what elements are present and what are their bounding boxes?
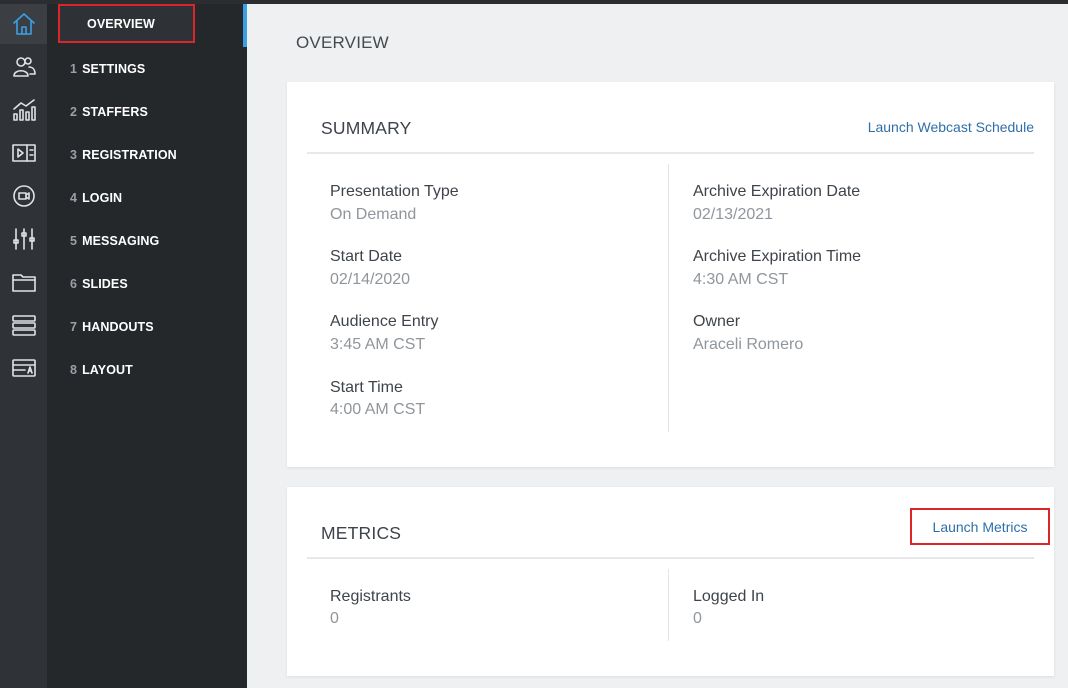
audience-entry-value: 3:45 AM CST <box>330 336 426 353</box>
archive-expiration-time-label: Archive Expiration Time <box>693 248 862 265</box>
rail-home[interactable] <box>0 4 47 44</box>
audience-entry-label: Audience Entry <box>330 313 439 330</box>
rail-media[interactable] <box>0 133 47 173</box>
step-number: 7 <box>70 319 78 334</box>
step-number: 3 <box>70 147 78 162</box>
metrics-card: METRICS Launch Metrics Registrants 0 Log… <box>287 487 1054 676</box>
step-label: LAYOUT <box>82 362 133 377</box>
step-label: HANDOUTS <box>82 319 154 334</box>
step-number: 8 <box>70 362 78 377</box>
start-time-value: 4:00 AM CST <box>330 401 426 418</box>
step-number: 5 <box>70 233 78 248</box>
summary-title: SUMMARY <box>321 118 412 138</box>
step-overview[interactable]: OVERVIEW <box>58 4 195 43</box>
step-overview-label: OVERVIEW <box>87 16 155 31</box>
icon-rail <box>0 4 47 688</box>
launch-metrics-link[interactable]: Launch Metrics <box>933 519 1028 535</box>
metrics-column-divider <box>668 569 669 641</box>
summary-card: SUMMARY Launch Webcast Schedule Presenta… <box>287 82 1054 467</box>
start-date-value: 02/14/2020 <box>330 271 411 288</box>
step-label: STAFFERS <box>82 104 148 119</box>
list-icon <box>11 315 36 336</box>
active-indicator <box>243 4 247 47</box>
registrants-label: Registrants <box>330 588 411 605</box>
owner-label: Owner <box>693 313 741 330</box>
rail-analytics[interactable] <box>0 90 47 130</box>
step-settings[interactable]: 1 SETTINGS <box>47 47 243 90</box>
page-title: OVERVIEW <box>296 33 389 52</box>
step-number: 6 <box>70 276 78 291</box>
owner-value: Araceli Romero <box>693 336 804 353</box>
step-navigation: OVERVIEW 1 SETTINGS 2 STAFFERS 3 REGISTRATI… <box>47 4 247 688</box>
rail-layout[interactable] <box>0 348 47 388</box>
step-number: 2 <box>70 104 78 119</box>
step-login[interactable]: 4 LOGIN <box>47 176 243 219</box>
summary-divider <box>307 152 1034 154</box>
step-label: SETTINGS <box>82 61 146 76</box>
step-number: 1 <box>70 61 78 76</box>
registrants-value: 0 <box>330 610 339 627</box>
metrics-title: METRICS <box>321 523 402 543</box>
analytics-icon <box>12 99 36 121</box>
summary-column-divider <box>668 164 669 432</box>
rail-folder[interactable] <box>0 262 47 302</box>
media-icon <box>11 144 36 162</box>
home-icon <box>12 13 35 35</box>
rail-staffers[interactable] <box>0 47 47 87</box>
start-date-label: Start Date <box>330 248 403 265</box>
step-label: LOGIN <box>82 190 123 205</box>
sliders-icon <box>12 228 35 250</box>
step-label: MESSAGING <box>82 233 160 248</box>
metrics-divider <box>307 557 1034 559</box>
archive-expiration-date-value: 02/13/2021 <box>693 206 774 223</box>
video-icon <box>12 185 35 207</box>
archive-expiration-time-value: 4:30 AM CST <box>693 271 789 288</box>
launch-metrics-highlight: Launch Metrics <box>910 508 1050 545</box>
step-label: SLIDES <box>82 276 128 291</box>
logged-in-label: Logged In <box>693 588 765 605</box>
step-slides[interactable]: 6 SLIDES <box>47 262 243 305</box>
presentation-type-value: On Demand <box>330 206 417 223</box>
step-staffers[interactable]: 2 STAFFERS <box>47 90 243 133</box>
presentation-type-label: Presentation Type <box>330 183 459 200</box>
start-time-label: Start Time <box>330 379 403 396</box>
step-layout[interactable]: 8 LAYOUT <box>47 348 243 391</box>
folder-icon <box>11 274 36 292</box>
step-number: 4 <box>70 190 78 205</box>
rail-sliders[interactable] <box>0 219 47 259</box>
rail-video[interactable] <box>0 176 47 216</box>
id-card-icon <box>11 359 36 377</box>
step-messaging[interactable]: 5 MESSAGING <box>47 219 243 262</box>
launch-webcast-schedule-link[interactable]: Launch Webcast Schedule <box>868 119 1034 135</box>
step-handouts[interactable]: 7 HANDOUTS <box>47 305 243 348</box>
archive-expiration-date-label: Archive Expiration Date <box>693 183 861 200</box>
rail-list[interactable] <box>0 305 47 345</box>
step-registration[interactable]: 3 REGISTRATION <box>47 133 243 176</box>
step-label: REGISTRATION <box>82 147 177 162</box>
logged-in-value: 0 <box>693 610 702 627</box>
users-icon <box>12 57 36 77</box>
